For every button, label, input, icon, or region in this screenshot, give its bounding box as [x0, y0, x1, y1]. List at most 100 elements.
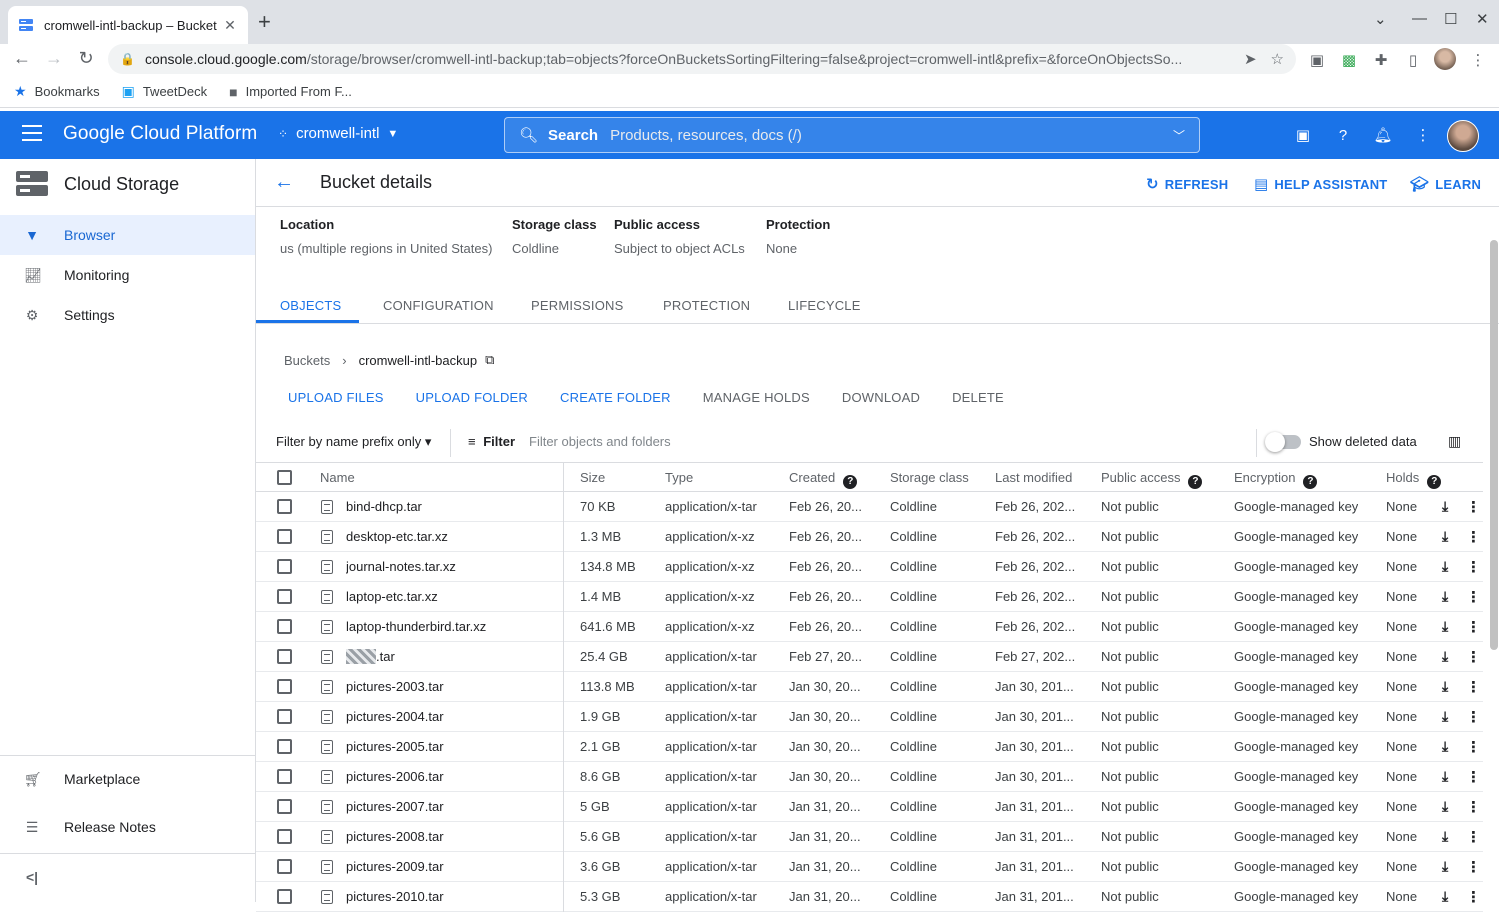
table-row[interactable]: pictures-2004.tar 1.9 GB application/x-tar…	[256, 702, 1483, 732]
cell-name[interactable]: pictures-2003.tar	[346, 672, 444, 701]
more-vert-icon[interactable]: ⋮	[1466, 648, 1481, 666]
download-icon[interactable]: ⤓	[1442, 678, 1448, 695]
new-tab-button[interactable]: +	[258, 11, 271, 33]
filter-button[interactable]: ≡ Filter	[468, 434, 515, 449]
bookmark-item[interactable]: ▣ TweetDeck	[122, 83, 208, 100]
tab-protection[interactable]: PROTECTION	[663, 298, 750, 313]
column-header-public-access[interactable]: Public access?	[1101, 463, 1203, 492]
tab-permissions[interactable]: PERMISSIONS	[531, 298, 624, 313]
puzzle-icon[interactable]: ✚	[1371, 50, 1391, 70]
bookmark-folder[interactable]: ■ Imported From F...	[229, 84, 352, 100]
show-deleted-toggle[interactable]	[1265, 432, 1301, 452]
download-icon[interactable]: ⤓	[1442, 648, 1448, 665]
more-vert-icon[interactable]: ⋮	[1466, 558, 1481, 576]
table-row[interactable]: pictures-2005.tar 2.1 GB application/x-tar…	[256, 732, 1483, 762]
column-header-last-modified[interactable]: Last modified	[995, 463, 1072, 492]
notifications-icon[interactable]: 🔔︎	[1373, 125, 1393, 145]
table-row[interactable]: laptop-thunderbird.tar.xz 641.6 MB applica…	[256, 612, 1483, 642]
table-row[interactable]: desktop-etc.tar.xz 1.3 MB application/x-xz…	[256, 522, 1483, 552]
help-icon[interactable]: ?	[1303, 475, 1318, 489]
download-icon[interactable]: ⤓	[1442, 858, 1448, 875]
close-window-icon[interactable]: ✕	[1476, 10, 1489, 28]
cell-name[interactable]: desktop-etc.tar.xz	[346, 522, 448, 551]
cell-name[interactable]: bind-dhcp.tar	[346, 492, 422, 521]
column-header-type[interactable]: Type	[665, 463, 693, 492]
sidebar-item-marketplace[interactable]: 🛒︎ Marketplace	[0, 759, 255, 799]
download-icon[interactable]: ⤓	[1442, 558, 1448, 575]
row-checkbox[interactable]	[277, 799, 292, 814]
sidebar-item-settings[interactable]: ⚙ Settings	[0, 295, 255, 335]
download-icon[interactable]: ⤓	[1442, 828, 1448, 845]
table-row[interactable]: pictures-2006.tar 8.6 GB application/x-tar…	[256, 762, 1483, 792]
more-vert-icon[interactable]: ⋮	[1466, 708, 1481, 726]
row-checkbox[interactable]	[277, 769, 292, 784]
row-checkbox[interactable]	[277, 559, 292, 574]
more-vert-icon[interactable]: ⋮	[1466, 498, 1481, 516]
row-checkbox[interactable]	[277, 709, 292, 724]
minimize-icon[interactable]: —	[1412, 10, 1427, 27]
more-vert-icon[interactable]: ⋮	[1466, 888, 1481, 906]
table-row[interactable]: pictures-2007.tar 5 GB application/x-tar Ja…	[256, 792, 1483, 822]
column-header-holds[interactable]: Holds?	[1386, 463, 1442, 492]
table-row[interactable]: .tar 25.4 GB application/x-tar Feb 27, 20..…	[256, 642, 1483, 672]
side-panel-icon[interactable]: ▯	[1403, 50, 1423, 70]
help-icon[interactable]: ?	[843, 475, 858, 489]
cell-name[interactable]: pictures-2007.tar	[346, 792, 444, 821]
forward-nav-icon[interactable]: →	[42, 48, 66, 69]
address-bar[interactable]: 🔒 console.cloud.google.com/storage/brows…	[108, 44, 1296, 74]
browser-tab[interactable]: cromwell-intl-backup – Bucket ✕	[8, 6, 248, 44]
row-checkbox[interactable]	[277, 499, 292, 514]
cell-name[interactable]: pictures-2005.tar	[346, 732, 444, 761]
download-icon[interactable]: ⤓	[1442, 498, 1448, 515]
search-input[interactable]: 🔍︎ Search Products, resources, docs (/) …	[504, 117, 1200, 153]
account-avatar[interactable]	[1447, 120, 1479, 152]
create-folder-button[interactable]: CREATE FOLDER	[560, 390, 671, 405]
select-all-checkbox[interactable]	[277, 470, 292, 485]
bookmark-item[interactable]: ★ Bookmarks	[14, 83, 100, 100]
menu-icon[interactable]	[22, 125, 42, 146]
help-icon[interactable]: ?	[1427, 475, 1442, 489]
extension-green-icon[interactable]: ▩	[1339, 50, 1359, 70]
more-vert-icon[interactable]: ⋮	[1413, 125, 1433, 145]
more-vert-icon[interactable]: ⋮	[1466, 528, 1481, 546]
tab-search-icon[interactable]: ⌄	[1374, 10, 1387, 28]
product-brand[interactable]: Google Cloud Platform	[63, 123, 257, 145]
cell-name[interactable]: .tar	[346, 642, 395, 671]
cell-name[interactable]: laptop-etc.tar.xz	[346, 582, 438, 611]
more-vert-icon[interactable]: ⋮	[1466, 618, 1481, 636]
table-row[interactable]: pictures-2003.tar 113.8 MB application/x-t…	[256, 672, 1483, 702]
send-icon[interactable]: ➤	[1244, 50, 1257, 68]
download-icon[interactable]: ⤓	[1442, 738, 1448, 755]
chrome-menu-icon[interactable]: ⋮	[1468, 50, 1488, 70]
download-icon[interactable]: ⤓	[1442, 708, 1448, 725]
vertical-scrollbar[interactable]	[1490, 240, 1498, 650]
column-resize-handle[interactable]	[563, 463, 564, 493]
more-vert-icon[interactable]: ⋮	[1466, 858, 1481, 876]
column-header-created[interactable]: Created?	[789, 463, 858, 492]
filter-prefix-dropdown[interactable]: Filter by name prefix only ▾	[276, 434, 431, 450]
table-row[interactable]: journal-notes.tar.xz 134.8 MB application/…	[256, 552, 1483, 582]
help-icon[interactable]: ?	[1333, 125, 1353, 145]
more-vert-icon[interactable]: ⋮	[1466, 798, 1481, 816]
back-arrow-icon[interactable]: ←	[274, 171, 294, 194]
upload-folder-button[interactable]: UPLOAD FOLDER	[416, 390, 528, 405]
help-icon[interactable]: ?	[1188, 475, 1203, 489]
column-header-encryption[interactable]: Encryption?	[1234, 463, 1318, 492]
filter-input[interactable]: Filter objects and folders	[529, 434, 671, 449]
table-row[interactable]: pictures-2008.tar 5.6 GB application/x-tar…	[256, 822, 1483, 852]
download-button[interactable]: DOWNLOAD	[842, 390, 920, 405]
row-checkbox[interactable]	[277, 679, 292, 694]
row-checkbox[interactable]	[277, 859, 292, 874]
back-nav-icon[interactable]: ←	[10, 48, 34, 69]
tab-configuration[interactable]: CONFIGURATION	[383, 298, 494, 313]
help-assistant-button[interactable]: ▤ HELP ASSISTANT	[1254, 175, 1387, 193]
cell-name[interactable]: pictures-2004.tar	[346, 702, 444, 731]
download-icon[interactable]: ⤓	[1442, 888, 1448, 905]
download-icon[interactable]: ⤓	[1442, 618, 1448, 635]
row-checkbox[interactable]	[277, 529, 292, 544]
cell-name[interactable]: pictures-2006.tar	[346, 762, 444, 791]
more-vert-icon[interactable]: ⋮	[1466, 828, 1481, 846]
browser-profile-avatar[interactable]	[1434, 48, 1456, 70]
column-header-name[interactable]: Name	[320, 463, 355, 492]
cell-name[interactable]: laptop-thunderbird.tar.xz	[346, 612, 486, 641]
